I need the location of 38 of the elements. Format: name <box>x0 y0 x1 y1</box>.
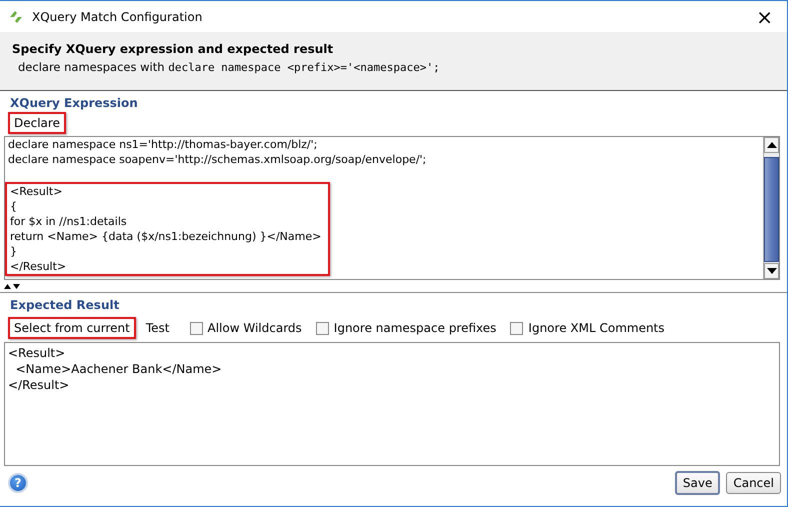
window-title: XQuery Match Configuration <box>32 10 202 24</box>
code-line: <Result> <box>8 345 66 361</box>
declare-button[interactable]: Declare <box>8 112 66 134</box>
scrollbar[interactable] <box>763 137 779 279</box>
code-line: return <Name> {data ($x/ns1:bezeichnung) }</Name> <box>10 229 322 244</box>
code-line: } <box>10 244 18 259</box>
select-from-current-button[interactable]: Select from current <box>8 317 136 339</box>
section-heading: Expected Result <box>9 297 120 314</box>
code-line: for $x in //ns1:details <box>10 214 128 229</box>
checkbox-label: Ignore XML Comments <box>528 321 665 335</box>
checkbox[interactable] <box>316 322 329 334</box>
scroll-thumb[interactable] <box>764 157 779 262</box>
header-title: Specify XQuery expression and expected result <box>12 42 334 56</box>
code-line: </Result> <box>10 259 68 274</box>
code-editor[interactable] <box>4 136 780 280</box>
splitter-arrows-icon[interactable] <box>4 282 20 290</box>
code-line: <Name>Aachener Bank</Name> <box>14 361 223 377</box>
hint-text: declare namespaces with declare namespace <prefix>='<namespace>'; <box>17 60 441 74</box>
code-line: { <box>10 199 18 214</box>
dialog-button[interactable]: Cancel <box>726 472 781 494</box>
dialog-button[interactable]: Save <box>674 471 720 495</box>
section-heading: XQuery Expression <box>9 95 139 112</box>
test-button[interactable]: Test <box>140 317 176 339</box>
checkbox[interactable] <box>510 322 524 334</box>
checkbox[interactable] <box>190 322 203 334</box>
code-line: <Result> <box>10 184 64 199</box>
checkbox-label: Ignore namespace prefixes <box>334 321 496 335</box>
close-button[interactable]: × <box>750 6 779 26</box>
scroll-up-button[interactable] <box>764 137 779 153</box>
result-editor[interactable]: <Result> <Name>Aachener Bank</Name> </Result> <box>4 342 780 466</box>
code-line: declare namespace ns1='http://thomas-bayer.com/blz/'; <box>8 137 318 152</box>
code-line: declare namespace soapenv='http://schemas.xmlsoap.org/soap/envelope/'; <box>8 152 428 167</box>
scroll-down-button[interactable] <box>764 263 779 279</box>
code-line: </Result> <box>8 377 70 393</box>
up-arrow-icon <box>766 142 776 148</box>
app-logo-icon <box>8 10 24 24</box>
down-arrow-icon <box>766 268 776 274</box>
checkbox-label: Allow Wildcards <box>208 321 302 335</box>
